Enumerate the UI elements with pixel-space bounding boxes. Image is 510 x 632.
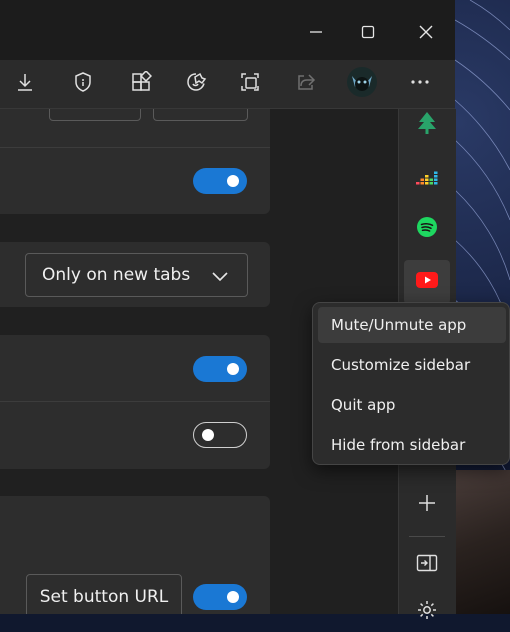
settings-card: Set button URL bbox=[0, 496, 270, 614]
spotify-app-icon bbox=[416, 216, 438, 242]
minimize-button[interactable] bbox=[290, 8, 342, 58]
downloads-button[interactable] bbox=[7, 66, 43, 102]
set-button-url-button[interactable]: Set button URL bbox=[26, 574, 182, 614]
shield-icon bbox=[72, 71, 94, 97]
screenshot-icon bbox=[239, 71, 261, 97]
toggle-switch[interactable] bbox=[193, 422, 247, 448]
sidebar-app-deezer[interactable] bbox=[404, 159, 450, 199]
rock-formation bbox=[452, 470, 510, 614]
new-tabs-dropdown[interactable]: Only on new tabs bbox=[25, 253, 248, 297]
settings-and-more-button[interactable] bbox=[402, 66, 438, 102]
turn-off-button[interactable]: Turn off bbox=[153, 109, 248, 121]
profile-button[interactable] bbox=[344, 66, 380, 102]
share-button[interactable] bbox=[288, 66, 324, 102]
profile-avatar bbox=[346, 66, 378, 102]
hide-sidebar-icon bbox=[416, 554, 438, 576]
tree-app-icon bbox=[416, 110, 438, 140]
browser-security-button[interactable] bbox=[65, 66, 101, 102]
menu-item-hide-from-sidebar[interactable]: Hide from sidebar bbox=[318, 427, 506, 463]
toggle-switch[interactable] bbox=[193, 356, 247, 382]
sidebar-settings-button[interactable] bbox=[404, 592, 450, 632]
sidebar-app-youtube[interactable] bbox=[404, 260, 450, 304]
sidebar-app-tree[interactable] bbox=[404, 105, 450, 145]
title-bar bbox=[0, 0, 455, 60]
chevron-down-icon bbox=[211, 268, 229, 288]
menu-item-customize-sidebar[interactable]: Customize sidebar bbox=[318, 347, 506, 383]
add-icon bbox=[418, 494, 436, 516]
sidebar-context-menu: Mute/Unmute app Customize sidebar Quit a… bbox=[312, 302, 510, 465]
deezer-app-icon bbox=[416, 168, 438, 190]
minimize-icon bbox=[309, 24, 323, 43]
youtube-app-icon bbox=[416, 272, 438, 292]
browser-toolbar bbox=[0, 60, 455, 109]
sidebar-divider bbox=[409, 536, 445, 537]
browser-essentials-button[interactable] bbox=[178, 66, 214, 102]
divider bbox=[0, 147, 270, 148]
menu-item-quit-app[interactable]: Quit app bbox=[318, 387, 506, 423]
more-icon bbox=[409, 71, 431, 97]
maximize-button[interactable] bbox=[342, 8, 394, 58]
settings-icon bbox=[416, 599, 438, 625]
share-icon bbox=[295, 71, 317, 97]
maximize-icon bbox=[361, 24, 375, 43]
divider bbox=[0, 401, 270, 402]
hide-sidebar-button[interactable] bbox=[404, 545, 450, 585]
dropdown-value: Only on new tabs bbox=[42, 265, 191, 285]
toggle-switch[interactable] bbox=[193, 168, 247, 194]
toggle-switch[interactable] bbox=[193, 584, 247, 610]
menu-item-mute-unmute[interactable]: Mute/Unmute app bbox=[318, 307, 506, 343]
close-button[interactable] bbox=[400, 8, 452, 58]
settings-card: Only on new tabs bbox=[0, 242, 270, 307]
extensions-icon bbox=[130, 69, 153, 97]
turn-on-button[interactable]: Turn on bbox=[49, 109, 141, 121]
browser-essentials-icon bbox=[185, 71, 207, 97]
settings-card: Turn on Turn off bbox=[0, 109, 270, 214]
sidebar-add-button[interactable] bbox=[404, 485, 450, 525]
screenshot-button[interactable] bbox=[232, 66, 268, 102]
settings-card bbox=[0, 335, 270, 469]
close-icon bbox=[419, 24, 433, 43]
extensions-button[interactable] bbox=[123, 66, 159, 102]
sidebar-app-spotify[interactable] bbox=[404, 209, 450, 249]
download-icon bbox=[14, 71, 36, 97]
